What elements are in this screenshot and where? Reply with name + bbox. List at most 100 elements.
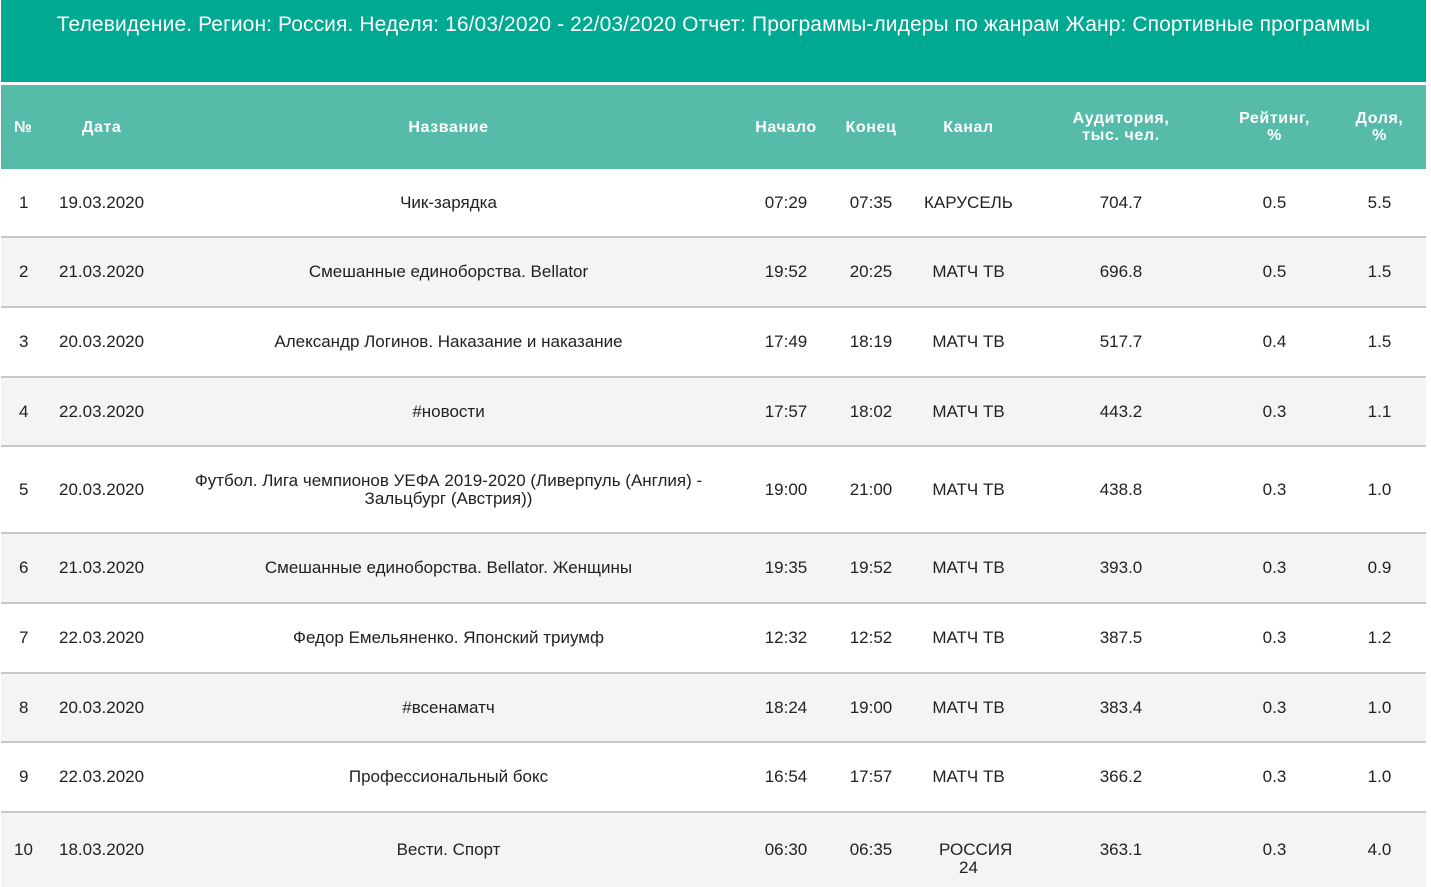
cell-share: 0.9 xyxy=(1367,558,1392,577)
cell-date: 21.03.2020 xyxy=(59,558,145,577)
cell-name: Смешанные единоборства. Bellator xyxy=(308,262,589,281)
cell-date: 20.03.2020 xyxy=(59,697,145,717)
cell-channel: МАТЧ ТВ xyxy=(932,332,1005,351)
cell-num: 8 xyxy=(19,697,29,717)
cell-date: 22.03.2020 xyxy=(59,767,145,786)
cell-num: 6 xyxy=(19,558,29,577)
cell-channel: МАТЧ ТВ xyxy=(932,558,1005,577)
table-row: 2 21.03.2020 Смешанные единоборства. Bel… xyxy=(1,238,1426,308)
cell-channel: КАРУСЕЛЬ xyxy=(924,192,1013,212)
cell-start: 18:24 xyxy=(764,697,808,717)
cell-rating: 0.5 xyxy=(1262,192,1287,212)
cell-rating: 0.3 xyxy=(1262,628,1287,647)
cell-start: 17:57 xyxy=(764,401,808,421)
table-row: 1 19.03.2020 Чик-зарядка 07:29 07:35 КАР… xyxy=(1,169,1426,238)
cell-end: 19:00 xyxy=(849,697,893,717)
cell-num: 10 xyxy=(14,840,33,859)
cell-share: 1.5 xyxy=(1367,332,1392,351)
cell-num: 3 xyxy=(19,332,29,351)
cell-start: 16:54 xyxy=(764,767,808,786)
cell-start: 06:30 xyxy=(764,840,808,859)
cell-channel: МАТЧ ТВ xyxy=(932,262,1005,281)
table-row: 3 20.03.2020 Александр Логинов. Наказани… xyxy=(1,308,1426,378)
header-share: Доля, % xyxy=(1355,110,1404,144)
cell-start: 19:00 xyxy=(764,479,808,499)
cell-name: #новости xyxy=(412,401,485,421)
cell-rating: 0.4 xyxy=(1262,332,1287,351)
report-title: Телевидение. Регион: Россия. Неделя: 16/… xyxy=(1,0,1426,82)
table-body: 1 19.03.2020 Чик-зарядка 07:29 07:35 КАР… xyxy=(1,169,1426,887)
table-row: 8 20.03.2020 #всенаматч 18:24 19:00 МАТЧ… xyxy=(1,674,1426,743)
cell-audience: 366.2 xyxy=(1099,767,1143,786)
header-rating: Рейтинг, % xyxy=(1239,110,1310,144)
cell-start: 19:35 xyxy=(764,558,808,577)
cell-channel: МАТЧ ТВ xyxy=(932,767,1005,786)
table-row: 5 20.03.2020 Футбол. Лига чемпионов УЕФА… xyxy=(1,447,1426,534)
cell-num: 1 xyxy=(19,192,29,212)
cell-end: 21:00 xyxy=(849,479,893,499)
cell-date: 21.03.2020 xyxy=(59,262,145,281)
cell-name: Федор Емельяненко. Японский триумф xyxy=(293,628,604,647)
cell-share: 1.0 xyxy=(1367,697,1392,717)
table-row: 7 22.03.2020 Федор Емельяненко. Японский… xyxy=(1,604,1426,674)
cell-share: 4.0 xyxy=(1367,840,1392,859)
cell-channel: РОССИЯ 24 xyxy=(939,840,1013,877)
table-header: № Дата Название Начало Конец Канал Аудит… xyxy=(1,85,1426,169)
cell-name: Смешанные единоборства. Bellator. Женщин… xyxy=(264,558,633,577)
header-name: Название xyxy=(408,118,489,136)
cell-end: 18:19 xyxy=(849,332,893,351)
cell-share: 1.0 xyxy=(1367,479,1392,499)
cell-share: 1.0 xyxy=(1367,767,1392,786)
cell-rating: 0.3 xyxy=(1262,697,1287,717)
cell-name: #всенаматч xyxy=(402,697,495,717)
cell-name: Профессиональный бокс xyxy=(348,767,549,786)
header-audience: Аудитория, тыс. чел. xyxy=(1072,110,1170,144)
cell-channel: МАТЧ ТВ xyxy=(932,401,1005,421)
cell-end: 19:52 xyxy=(849,558,893,577)
cell-end: 17:57 xyxy=(849,767,893,786)
cell-audience: 696.8 xyxy=(1099,262,1143,281)
cell-channel: МАТЧ ТВ xyxy=(932,628,1005,647)
report-page: Телевидение. Регион: Россия. Неделя: 16/… xyxy=(1,0,1426,887)
table-row: 6 21.03.2020 Смешанные единоборства. Bel… xyxy=(1,534,1426,604)
cell-num: 9 xyxy=(19,767,29,786)
cell-name: Вести. Спорт xyxy=(396,840,501,859)
cell-num: 2 xyxy=(19,262,29,281)
cell-share: 5.5 xyxy=(1367,192,1392,212)
cell-rating: 0.3 xyxy=(1262,479,1287,499)
cell-rating: 0.5 xyxy=(1262,262,1287,281)
cell-num: 5 xyxy=(19,479,29,499)
header-date: Дата xyxy=(82,118,122,136)
cell-audience: 443.2 xyxy=(1099,401,1143,421)
cell-date: 20.03.2020 xyxy=(59,332,145,351)
cell-date: 22.03.2020 xyxy=(59,401,145,421)
cell-name: Чик-зарядка xyxy=(400,192,497,212)
cell-channel: МАТЧ ТВ xyxy=(932,479,1005,499)
header-end: Конец xyxy=(845,118,897,136)
cell-audience: 387.5 xyxy=(1099,628,1143,647)
table-row: 4 22.03.2020 #новости 17:57 18:02 МАТЧ Т… xyxy=(1,378,1426,447)
cell-date: 22.03.2020 xyxy=(59,628,145,647)
cell-rating: 0.3 xyxy=(1262,767,1287,786)
cell-end: 06:35 xyxy=(849,840,893,859)
cell-share: 1.2 xyxy=(1367,628,1392,647)
cell-audience: 517.7 xyxy=(1099,332,1143,351)
cell-audience: 393.0 xyxy=(1099,558,1143,577)
cell-num: 4 xyxy=(19,401,29,421)
cell-date: 19.03.2020 xyxy=(59,192,145,212)
cell-end: 12:52 xyxy=(849,628,893,647)
header-channel: Канал xyxy=(943,118,994,136)
cell-audience: 383.4 xyxy=(1099,697,1143,717)
cell-date: 20.03.2020 xyxy=(59,479,145,499)
cell-end: 07:35 xyxy=(849,192,893,212)
cell-num: 7 xyxy=(19,628,29,647)
cell-end: 20:25 xyxy=(849,262,893,281)
cell-start: 19:52 xyxy=(764,262,808,281)
cell-share: 1.5 xyxy=(1367,262,1392,281)
cell-end: 18:02 xyxy=(849,401,893,421)
cell-audience: 438.8 xyxy=(1099,479,1143,499)
cell-start: 17:49 xyxy=(764,332,808,351)
cell-name: Александр Логинов. Наказание и наказание xyxy=(274,332,623,351)
header-start: Начало xyxy=(755,118,817,136)
cell-date: 18.03.2020 xyxy=(59,840,145,859)
